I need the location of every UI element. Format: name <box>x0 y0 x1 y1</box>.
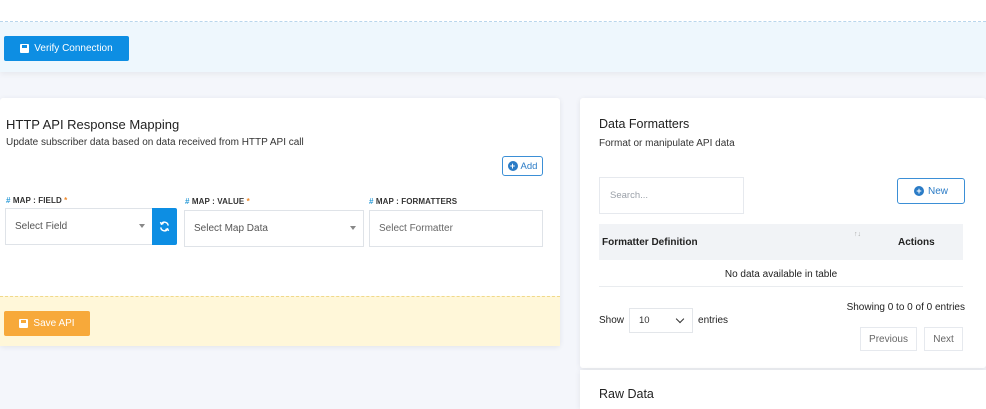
sort-icon[interactable]: ↑↓ <box>854 231 861 238</box>
plus-circle-icon: + <box>507 161 518 171</box>
map-formatters-label-text: MAP : FORMATTERS <box>375 197 458 206</box>
response-mapping-title: HTTP API Response Mapping <box>6 117 180 132</box>
save-icon <box>19 319 29 328</box>
map-value-label-text: MAP : VALUE <box>191 197 245 206</box>
page-length-value: 10 <box>639 315 650 326</box>
table-empty-message: No data available in table <box>724 269 838 280</box>
map-field-label: # MAP : FIELD * <box>6 196 67 205</box>
table-info: Showing 0 to 0 of 0 entries <box>846 302 965 313</box>
show-label: Show <box>599 315 625 326</box>
verify-connection-button[interactable]: Verify Connection <box>4 36 129 61</box>
response-mapping-footer: Save API <box>0 296 560 346</box>
map-formatters-label: # MAP : FORMATTERS <box>369 197 457 206</box>
required-mark: * <box>64 196 68 205</box>
map-formatter-select-value: Select Formatter <box>379 223 453 234</box>
refresh-fields-button[interactable] <box>152 208 177 245</box>
refresh-icon <box>159 221 170 232</box>
map-formatter-select[interactable]: Select Formatter <box>369 210 543 247</box>
save-api-button[interactable]: Save API <box>4 311 90 336</box>
page-length-control: Show 10 entries <box>599 308 728 333</box>
connection-card-body <box>0 0 986 22</box>
map-value-label: # MAP : VALUE * <box>185 197 250 206</box>
save-icon <box>20 44 30 53</box>
response-mapping-subtitle: Update subscriber data based on data rec… <box>6 137 304 148</box>
hash-icon: # <box>369 197 374 206</box>
new-formatter-button[interactable]: + New <box>897 178 965 204</box>
required-mark: * <box>246 197 250 206</box>
table-divider <box>599 286 963 287</box>
save-api-label: Save API <box>33 318 75 329</box>
caret-down-icon <box>139 224 145 228</box>
data-formatters-title: Data Formatters <box>599 117 690 131</box>
data-formatters-card: Data Formatters Format or manipulate API… <box>580 98 986 368</box>
formatter-search-input[interactable] <box>599 177 744 214</box>
map-value-select-value: Select Map Data <box>194 223 268 234</box>
response-mapping-card: HTTP API Response Mapping Update subscri… <box>0 98 560 346</box>
connection-card: Verify Connection <box>0 0 986 72</box>
raw-data-card: Raw Data <box>580 370 986 409</box>
new-formatter-label: New <box>927 185 948 197</box>
next-page-button[interactable]: Next <box>924 327 963 351</box>
column-header-formatter-definition[interactable]: Formatter Definition <box>602 237 698 248</box>
verify-connection-label: Verify Connection <box>34 43 113 54</box>
connection-card-footer: Verify Connection <box>0 22 986 72</box>
caret-down-icon <box>350 226 356 230</box>
map-field-select[interactable]: Select Field <box>5 208 153 245</box>
add-mapping-button[interactable]: + Add <box>502 156 543 176</box>
plus-circle-icon: + <box>913 186 924 196</box>
add-mapping-label: Add <box>520 160 538 172</box>
entries-label: entries <box>698 315 729 326</box>
map-value-select[interactable]: Select Map Data <box>184 210 364 247</box>
formatters-table-header: Formatter Definition ↑↓ Actions <box>599 224 963 260</box>
chevron-down-icon <box>675 314 685 324</box>
previous-page-button[interactable]: Previous <box>860 327 917 351</box>
page-length-select[interactable]: 10 <box>629 308 694 333</box>
map-field-select-value: Select Field <box>15 221 68 232</box>
data-formatters-subtitle: Format or manipulate API data <box>599 138 735 149</box>
hash-icon: # <box>185 197 190 206</box>
raw-data-title: Raw Data <box>599 387 654 401</box>
hash-icon: # <box>6 196 11 205</box>
map-field-label-text: MAP : FIELD <box>12 196 62 205</box>
column-header-actions: Actions <box>898 237 935 248</box>
